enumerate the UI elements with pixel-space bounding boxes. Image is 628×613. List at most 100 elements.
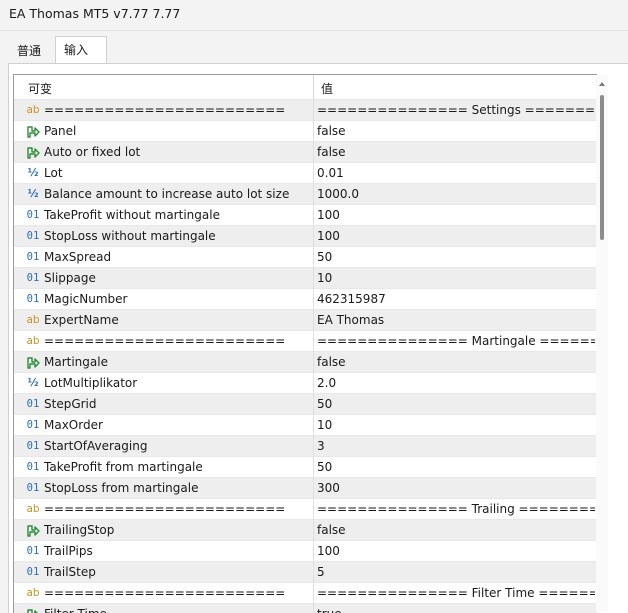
parameter-value[interactable]: 2.0 xyxy=(317,376,595,390)
parameter-name: Martingale xyxy=(44,355,108,369)
integer-type-icon: 01 xyxy=(26,461,40,473)
table-row[interactable]: TrailingStop false xyxy=(14,520,597,541)
integer-type-icon: 01 xyxy=(26,566,40,578)
table-row[interactable]: 01 Slippage 10 xyxy=(14,268,597,289)
vertical-scrollbar[interactable] xyxy=(596,75,608,612)
table-row[interactable]: 01 MagicNumber 462315987 xyxy=(14,289,597,310)
table-row[interactable]: ½ LotMultiplikator 2.0 xyxy=(14,373,597,394)
parameter-value[interactable]: 3 xyxy=(317,439,595,453)
boolean-type-icon xyxy=(25,123,41,139)
table-row[interactable]: Martingale false xyxy=(14,352,597,373)
tab-strip: 普通 输入 xyxy=(0,36,628,64)
parameter-value[interactable]: =============== Filter Time ========... xyxy=(317,586,595,600)
cell-divider xyxy=(313,205,314,226)
table-row[interactable]: ab ======================== ==============… xyxy=(14,100,597,121)
parameter-value[interactable]: 100 xyxy=(317,208,595,222)
tab-common[interactable]: 普通 xyxy=(8,38,50,62)
parameter-value[interactable]: 100 xyxy=(317,229,595,243)
parameter-name: StepGrid xyxy=(44,397,97,411)
table-row[interactable]: 01 MaxOrder 10 xyxy=(14,415,597,436)
parameter-value[interactable]: =============== Martingale ========... xyxy=(317,334,595,348)
cell-divider xyxy=(313,247,314,268)
parameter-name: MaxOrder xyxy=(44,418,103,432)
parameter-value[interactable]: 10 xyxy=(317,271,595,285)
parameter-value[interactable]: EA Thomas xyxy=(317,313,595,327)
table-row[interactable]: 01 TakeProfit from martingale 50 xyxy=(14,457,597,478)
parameter-value[interactable]: 50 xyxy=(317,397,595,411)
cell-divider xyxy=(313,373,314,394)
tab-inputs[interactable]: 输入 xyxy=(55,36,107,64)
integer-type-icon: 01 xyxy=(26,482,40,494)
parameter-name: MaxSpread xyxy=(44,250,112,264)
table-row[interactable]: 01 TakeProfit without martingale 100 xyxy=(14,205,597,226)
table-row[interactable]: ab ======================== ==============… xyxy=(14,499,597,520)
table-row[interactable]: 01 StopLoss without martingale 100 xyxy=(14,226,597,247)
table-row[interactable]: 01 TrailPips 100 xyxy=(14,541,597,562)
parameter-value[interactable]: 5 xyxy=(317,565,595,579)
table-row[interactable]: ab ExpertName EA Thomas xyxy=(14,310,597,331)
column-header-value[interactable]: 值 xyxy=(321,80,333,97)
table-row[interactable]: ab ======================== ==============… xyxy=(14,583,597,604)
parameter-value[interactable]: 50 xyxy=(317,460,595,474)
cell-divider xyxy=(313,562,314,583)
integer-type-icon: 01 xyxy=(26,398,40,410)
parameter-value[interactable]: false xyxy=(317,523,595,537)
parameter-name: StopLoss without martingale xyxy=(44,229,216,243)
cell-divider xyxy=(313,436,314,457)
cell-divider xyxy=(313,499,314,520)
boolean-type-icon xyxy=(25,354,41,370)
integer-type-icon: 01 xyxy=(26,230,40,242)
parameter-value[interactable]: false xyxy=(317,145,595,159)
table-row[interactable]: 01 TrailStep 5 xyxy=(14,562,597,583)
parameter-name: TrailStep xyxy=(44,565,96,579)
string-type-icon: ab xyxy=(26,503,40,515)
table-row[interactable]: 01 StopLoss from martingale 300 xyxy=(14,478,597,499)
table-row[interactable]: 01 StepGrid 50 xyxy=(14,394,597,415)
parameter-value[interactable]: false xyxy=(317,124,595,138)
parameter-name: TrailPips xyxy=(44,544,93,558)
column-divider[interactable] xyxy=(313,75,314,99)
parameter-name: Balance amount to increase auto lot size xyxy=(44,187,290,201)
double-type-icon: ½ xyxy=(27,188,39,200)
string-type-icon: ab xyxy=(26,335,40,347)
parameter-value[interactable]: 100 xyxy=(317,544,595,558)
column-header-variable[interactable]: 可变 xyxy=(28,80,52,97)
integer-type-icon: 01 xyxy=(26,272,40,284)
string-type-icon: ab xyxy=(26,104,40,116)
parameter-name: ======================== xyxy=(44,502,286,516)
integer-type-icon: 01 xyxy=(26,251,40,263)
window-title: EA Thomas MT5 v7.77 7.77 xyxy=(9,6,181,21)
parameter-value[interactable]: 1000.0 xyxy=(317,187,595,201)
parameter-name: TakeProfit from martingale xyxy=(44,460,203,474)
cell-divider xyxy=(313,163,314,184)
table-row[interactable]: ½ Lot 0.01 xyxy=(14,163,597,184)
table-row[interactable]: Auto or fixed lot false xyxy=(14,142,597,163)
parameter-name: Lot xyxy=(44,166,63,180)
parameter-value[interactable]: =============== Trailing ==========... xyxy=(317,502,595,516)
scrollbar-thumb[interactable] xyxy=(600,95,604,240)
parameter-name: ======================== xyxy=(44,586,286,600)
table-row[interactable]: ab ======================== ==============… xyxy=(14,331,597,352)
parameter-name: ======================== xyxy=(44,334,286,348)
integer-type-icon: 01 xyxy=(26,419,40,431)
parameter-value[interactable]: 50 xyxy=(317,250,595,264)
table-row[interactable]: 01 StartOfAveraging 3 xyxy=(14,436,597,457)
parameter-value[interactable]: true xyxy=(317,607,595,613)
parameter-value[interactable]: false xyxy=(317,355,595,369)
table-row[interactable]: ½ Balance amount to increase auto lot siz… xyxy=(14,184,597,205)
parameter-name: Slippage xyxy=(44,271,96,285)
parameter-value[interactable]: =============== Settings ==========... xyxy=(317,103,595,117)
cell-divider xyxy=(313,331,314,352)
parameter-value[interactable]: 10 xyxy=(317,418,595,432)
boolean-type-icon xyxy=(25,144,41,160)
parameter-value[interactable]: 0.01 xyxy=(317,166,595,180)
table-row[interactable]: Panel false xyxy=(14,121,597,142)
parameter-value[interactable]: 300 xyxy=(317,481,595,495)
cell-divider xyxy=(313,268,314,289)
cell-divider xyxy=(313,478,314,499)
integer-type-icon: 01 xyxy=(26,440,40,452)
table-row[interactable]: 01 MaxSpread 50 xyxy=(14,247,597,268)
parameter-value[interactable]: 462315987 xyxy=(317,292,595,306)
cell-divider xyxy=(313,121,314,142)
scroll-up-icon[interactable] xyxy=(599,82,605,86)
